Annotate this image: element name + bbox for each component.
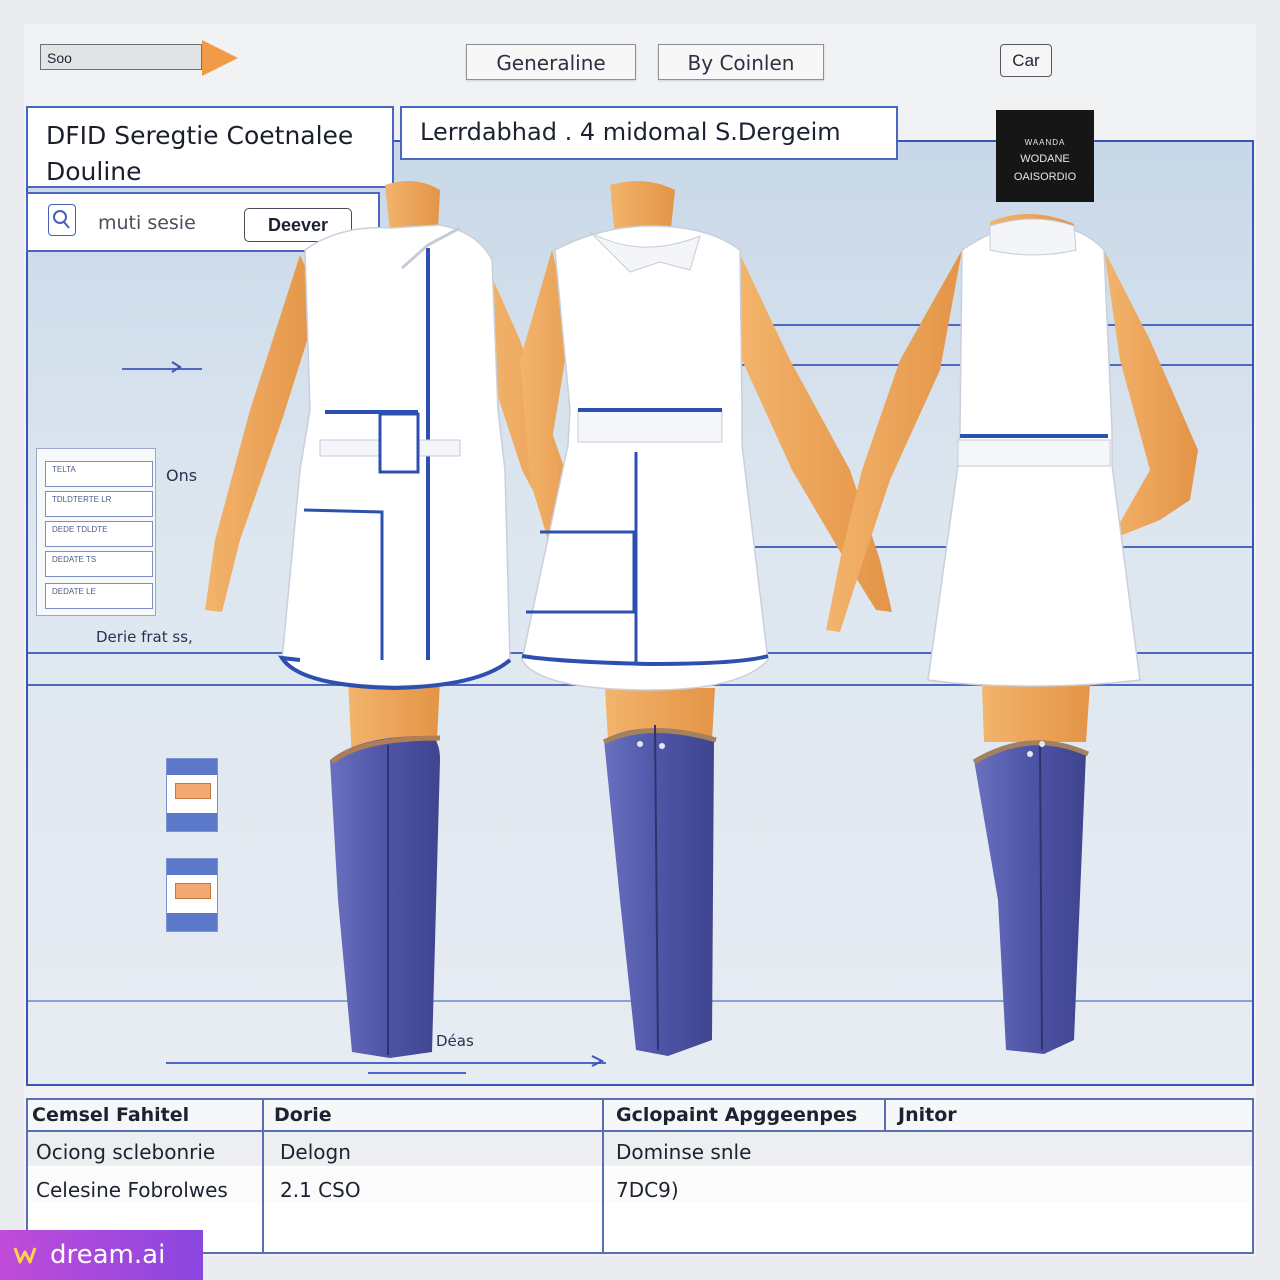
table-cell: 7DC9) xyxy=(616,1178,679,1202)
list-item[interactable]: DEDATE LE xyxy=(45,583,153,609)
annotation-label: Derie frat ss, xyxy=(96,628,193,646)
car-button[interactable]: Car xyxy=(1000,44,1052,77)
column-header: Gclopaint Apggeenpes xyxy=(616,1104,858,1126)
coinlen-button[interactable]: By Coinlen xyxy=(658,44,824,80)
search-input[interactable]: Soo xyxy=(40,44,202,70)
list-item[interactable]: TELTA xyxy=(45,461,153,487)
list-item[interactable]: TDLDTERTE LR xyxy=(45,491,153,517)
column-header: Cemsel Fahitel xyxy=(32,1104,190,1126)
layer-list[interactable]: TELTA TDLDTERTE LR DEDE TDLDTE DEDATE TS… xyxy=(36,448,156,616)
dream-logo-icon xyxy=(13,1247,37,1264)
search-icon[interactable] xyxy=(48,204,76,236)
dimension-label: Déas xyxy=(436,1032,474,1050)
guide-line xyxy=(718,364,1252,366)
spec-table: Cemsel Fahitel Dorie Gclopaint Apggeenpe… xyxy=(26,1098,1254,1254)
table-cell: Celesine Fobrolwes xyxy=(36,1178,228,1202)
guide-line xyxy=(122,368,202,370)
title-panel: DFID Seregtie Coetnalee Douline xyxy=(26,106,394,188)
dimension-line xyxy=(368,1072,466,1074)
generaline-button[interactable]: Generaline xyxy=(466,44,636,80)
arrow-right-icon[interactable] xyxy=(202,40,238,76)
dimension-line xyxy=(166,1062,606,1064)
table-cell: Dominse snle xyxy=(616,1140,752,1164)
table-cell: 2.1 CSO xyxy=(280,1178,361,1202)
banner-label: Lerrdabhad . 4 midomal S.Dergeim xyxy=(400,106,898,160)
table-cell: Ociong sclebonrie xyxy=(36,1140,216,1164)
table-cell: Delogn xyxy=(280,1140,351,1164)
column-divider xyxy=(262,1100,264,1252)
column-header: Jnitor xyxy=(898,1104,957,1126)
fabric-swatch[interactable] xyxy=(166,858,218,932)
sub-panel: muti sesie Deever xyxy=(26,192,380,252)
watermark: dream.ai xyxy=(0,1230,203,1280)
guide-line xyxy=(28,1000,1252,1002)
list-item[interactable]: DEDE TDLDTE xyxy=(45,521,153,547)
fabric-swatch[interactable] xyxy=(166,758,218,832)
guide-line xyxy=(748,546,1252,548)
list-item[interactable]: DEDATE TS xyxy=(45,551,153,577)
guide-line xyxy=(28,652,1252,654)
column-divider xyxy=(884,1100,886,1130)
design-canvas[interactable] xyxy=(26,140,1254,1086)
column-header: Dorie xyxy=(274,1104,332,1126)
brand-badge: WAANDA WODANE OAISORDIO xyxy=(996,110,1094,202)
deliver-button[interactable]: Deever xyxy=(244,208,352,242)
column-divider xyxy=(602,1100,604,1252)
sub-label: muti sesie xyxy=(98,212,196,234)
page-title: DFID Seregtie Coetnalee xyxy=(46,121,354,150)
page-subtitle: Douline xyxy=(46,157,142,186)
guide-line xyxy=(28,684,1252,686)
guide-line xyxy=(718,324,1252,326)
annotation-label: Ons xyxy=(166,466,198,485)
